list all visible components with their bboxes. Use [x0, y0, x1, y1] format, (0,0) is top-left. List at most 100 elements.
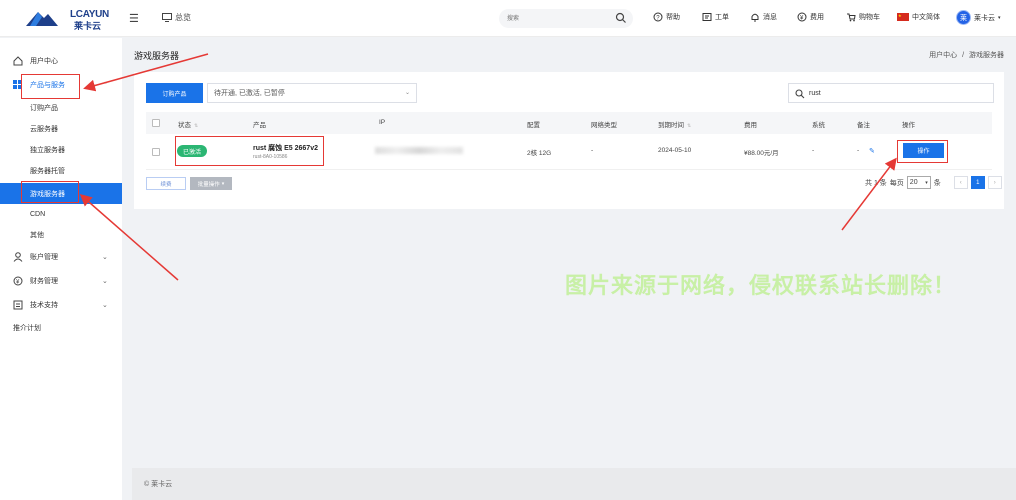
column-header-os: 系统	[812, 122, 825, 129]
overview-label: 总览	[175, 13, 191, 22]
sidebar-subitem-game-server[interactable]: 游戏服务器	[0, 183, 122, 204]
column-header-ip: IP	[379, 119, 386, 126]
cart-icon	[847, 13, 856, 22]
page-size-value: 20	[909, 179, 918, 186]
sidebar-item-label: 用户中心	[30, 58, 58, 65]
page-size-unit: 条	[933, 179, 941, 187]
chevron-down-icon: ⌄	[102, 278, 108, 285]
global-search	[499, 9, 633, 28]
home-icon	[13, 56, 23, 66]
sidebar-item-label: 独立服务器	[30, 147, 65, 154]
column-header-price: 费用	[744, 122, 757, 129]
logo-subtext: 莱卡云	[74, 21, 102, 31]
column-header-expire[interactable]: 到期时间 ⇅	[658, 119, 691, 129]
batch-action-button[interactable]: 批量操作 ▾	[190, 177, 232, 190]
chevron-down-icon: ▾	[221, 180, 225, 187]
ticket-label: 工单	[715, 14, 729, 21]
expire-date: 2024-05-10	[658, 147, 692, 154]
breadcrumb-current: 游戏服务器	[969, 52, 1004, 59]
top-bar: LCAYUN 莱卡云 ☰ 总览 ? 帮助 工单 消息 ¥ 费用 购物车 中文简体…	[0, 0, 1016, 37]
batch-action-label: 批量操作	[197, 181, 220, 188]
sidebar-subitem-cloud-server[interactable]: 云服务器	[0, 120, 122, 138]
chevron-down-icon: ▾	[998, 14, 1001, 21]
sidebar-subitem-cdn[interactable]: CDN	[0, 205, 122, 223]
avatar: 莱	[956, 10, 971, 25]
column-header-product: 产品	[253, 122, 266, 129]
billing-label: 费用	[810, 14, 824, 21]
row-checkbox[interactable]	[152, 148, 160, 156]
config-value: 2核 12G	[527, 150, 552, 157]
breadcrumb-separator: /	[962, 52, 965, 59]
product-id: rust-8A0-10586	[253, 154, 288, 160]
sidebar-item-account[interactable]: 账户管理 ⌄	[0, 248, 122, 266]
watermark-text: 图片来源于网络，侵权联系站长删除！	[565, 273, 957, 298]
language-switch[interactable]: 中文简体	[897, 12, 940, 22]
breadcrumb: 用户中心 / 游戏服务器	[929, 50, 1004, 60]
sidebar-subitem-order[interactable]: 订购产品	[0, 99, 122, 117]
sidebar-subitem-dedicated-server[interactable]: 独立服务器	[0, 141, 122, 159]
user-name: 莱卡云	[974, 14, 995, 22]
copyright: © 莱卡云	[144, 481, 173, 488]
status-filter-select[interactable]: 待开通, 已激活, 已暂停 ⌄	[207, 83, 417, 103]
chevron-down-icon: ▾	[925, 179, 928, 186]
edit-note-icon[interactable]: ✎	[869, 147, 875, 155]
column-header-network: 网络类型	[591, 122, 617, 129]
product-name[interactable]: rust 腐蚀 E5 2667v2	[253, 143, 318, 153]
collapse-menu-icon[interactable]: ☰	[129, 12, 139, 25]
table-header: 状态 ⇅ 产品 IP 配置 网络类型 到期时间 ⇅ 费用 系统 备注 操作	[146, 112, 992, 134]
search-icon[interactable]	[615, 12, 627, 24]
total-count: 共 1 条	[865, 179, 887, 187]
sidebar-item-products[interactable]: 产品与服务 ⌃	[0, 76, 122, 94]
cart-label: 购物车	[859, 14, 880, 21]
sidebar-item-label: CDN	[30, 210, 46, 218]
sidebar-item-support[interactable]: 技术支持 ⌄	[0, 296, 122, 314]
grid-icon	[13, 80, 22, 89]
operate-button[interactable]: 操作	[903, 143, 944, 158]
sidebar-item-label: 游戏服务器	[30, 190, 65, 198]
overview-link[interactable]: 总览	[162, 12, 191, 23]
product-list-card: 订购产品 待开通, 已激活, 已暂停 ⌄ 状态⇅ 产品 IP 配置 网络类型 到…	[134, 72, 1004, 209]
order-product-button[interactable]: 订购产品	[146, 83, 203, 103]
ticket-icon	[702, 13, 712, 21]
sidebar-item-label: 财务管理	[30, 278, 58, 285]
select-all-checkbox[interactable]	[152, 119, 160, 127]
sidebar-item-promotion[interactable]: 推介计划	[0, 319, 122, 337]
sidebar-item-finance[interactable]: ¥ 财务管理 ⌄	[0, 272, 122, 290]
sidebar-item-label: 其他	[30, 232, 44, 239]
help-label: 帮助	[666, 14, 680, 21]
chevron-down-icon: ⌄	[102, 302, 108, 309]
page-size-select[interactable]: 20 ▾	[906, 176, 931, 189]
breadcrumb-home[interactable]: 用户中心	[929, 52, 957, 59]
messages-label: 消息	[763, 14, 777, 21]
column-header-note: 备注	[857, 122, 870, 129]
global-search-input[interactable]	[499, 9, 609, 28]
cart-link[interactable]: 购物车	[846, 12, 880, 22]
user-menu[interactable]: 莱 莱卡云 ▾	[956, 10, 1001, 25]
product-search-input[interactable]	[809, 89, 979, 97]
brand-logo[interactable]: LCAYUN 莱卡云	[24, 8, 109, 31]
ticket-link[interactable]: 工单	[702, 12, 729, 22]
help-icon: ?	[653, 12, 663, 22]
sidebar-item-user-center[interactable]: 用户中心	[0, 52, 122, 70]
help-link[interactable]: ? 帮助	[653, 12, 680, 22]
yuan-circle-icon: ¥	[797, 12, 807, 22]
sidebar-subitem-other[interactable]: 其他	[0, 226, 122, 244]
sidebar: 用户中心 产品与服务 ⌃ 订购产品 云服务器 独立服务器 服务器托管 游戏服务器…	[0, 38, 122, 500]
page-button-current[interactable]: 1	[970, 176, 985, 189]
yuan-circle-icon: ¥	[13, 276, 23, 286]
chevron-down-icon: ⌄	[102, 254, 108, 261]
sidebar-item-label: 账户管理	[30, 254, 58, 261]
os-value: -	[812, 147, 815, 154]
messages-link[interactable]: 消息	[750, 12, 777, 22]
renew-button[interactable]: 续费	[146, 177, 186, 190]
column-header-status[interactable]: 状态 ⇅	[178, 119, 198, 129]
column-header-action: 操作	[902, 122, 915, 129]
billing-link[interactable]: ¥ 费用	[797, 12, 824, 22]
pagination: 共 1 条 每页 20 ▾ 条 ‹ 1 ›	[865, 176, 1002, 189]
next-page-button[interactable]: ›	[987, 176, 1002, 189]
prev-page-button[interactable]: ‹	[953, 176, 968, 189]
bell-icon	[751, 13, 759, 22]
user-icon	[13, 252, 23, 262]
document-icon	[13, 300, 23, 310]
sidebar-subitem-colocation[interactable]: 服务器托管	[0, 162, 122, 180]
